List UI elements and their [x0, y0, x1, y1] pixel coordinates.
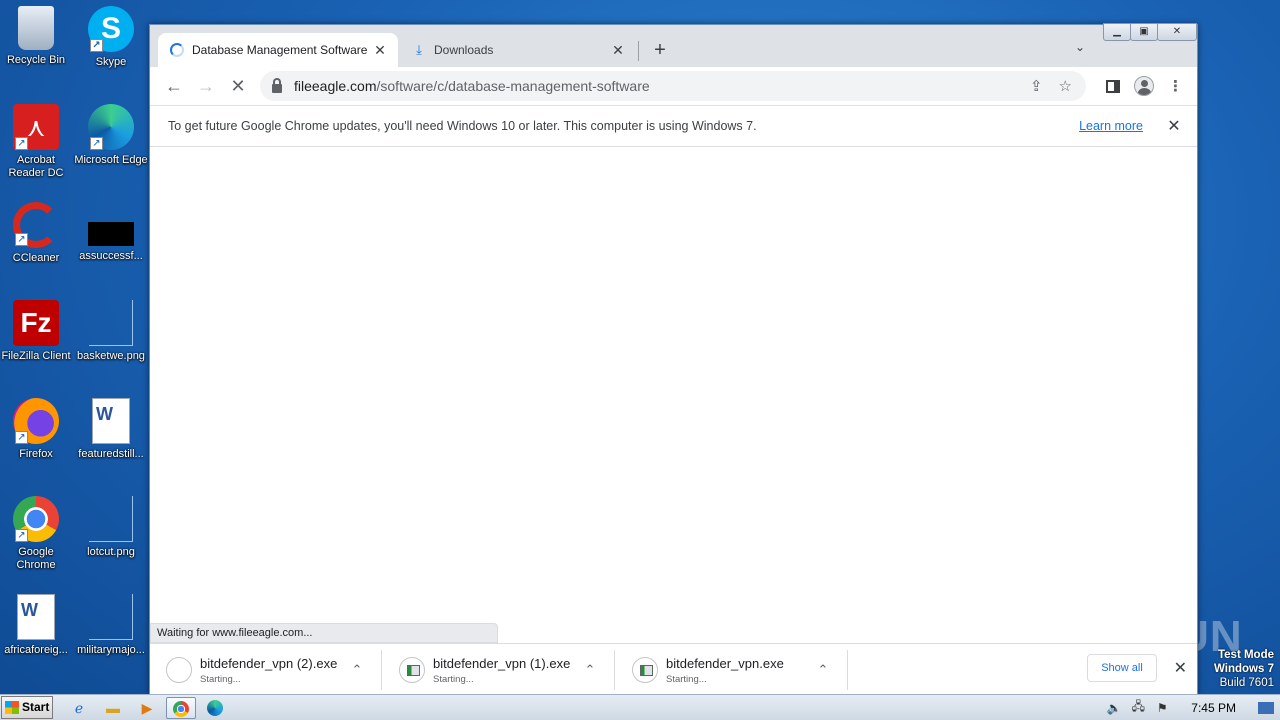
desktop-icon-firefox[interactable]: ↗ Firefox [0, 398, 74, 461]
word-doc-icon: W [92, 398, 130, 444]
image-file-icon [89, 496, 133, 542]
desktop-icon-recycle-bin[interactable]: Recycle Bin [0, 6, 74, 67]
stop-loading-icon[interactable]: ✕ [226, 75, 250, 99]
menu-kebab-icon[interactable]: ⋮ [1168, 77, 1183, 95]
desktop-icon-featuredstill[interactable]: W featuredstill... [73, 398, 149, 461]
desktop-icon-skype[interactable]: S ↗ Skype [73, 6, 149, 69]
chrome-taskbar-icon[interactable] [166, 697, 196, 719]
download-item[interactable]: bitdefender_vpn.exe Starting... ⌃ [616, 650, 848, 690]
recycle-bin-icon [18, 6, 54, 50]
status-bubble: Waiting for www.fileeagle.com... [150, 623, 498, 643]
taskbar: Start ℯ ▬ ▶ 🔈 🖧 ⚑ 7:45 PM [0, 694, 1280, 720]
clock[interactable]: 7:45 PM [1191, 701, 1236, 715]
download-item[interactable]: bitdefender_vpn (1).exe Starting... ⌃ [383, 650, 615, 690]
show-all-downloads-button[interactable]: Show all [1087, 654, 1157, 682]
new-tab-button[interactable]: + [648, 39, 672, 63]
close-shelf-icon[interactable]: ✕ [1174, 658, 1187, 678]
download-icon: ⤓ [416, 42, 422, 57]
skype-icon: S ↗ [88, 6, 134, 52]
ccleaner-icon: ↗ [13, 202, 59, 248]
edge-icon: ↗ [88, 104, 134, 150]
desktop-icon-filezilla[interactable]: Fz FileZilla Client [0, 300, 74, 363]
exe-file-icon [632, 657, 658, 683]
omnibox-actions: ⇪ ☆ [1030, 77, 1072, 95]
chevron-up-icon[interactable]: ⌃ [580, 662, 600, 678]
image-file-icon [89, 594, 133, 640]
acrobat-icon: ⋏ ↗ [13, 104, 59, 150]
minimize-button[interactable]: ▁ [1103, 23, 1131, 41]
action-center-flag-icon[interactable]: ⚑ [1153, 701, 1171, 715]
exe-file-icon [399, 657, 425, 683]
desktop-icon-assuccess[interactable]: assuccessf... [73, 202, 149, 263]
start-button[interactable]: Start [1, 696, 53, 719]
test-mode-notice: Test Mode Windows 7 Build 7601 [1214, 649, 1274, 689]
tab-downloads[interactable]: ⤓ Downloads ✕ [400, 33, 636, 67]
desktop-icon-lotcut[interactable]: lotcut.png [73, 496, 149, 559]
system-tray: 🔈 🖧 ⚑ 7:45 PM [1105, 695, 1280, 720]
desktop-icon-acrobat[interactable]: ⋏ ↗ Acrobat Reader DC [0, 104, 74, 180]
loading-spinner-icon [170, 43, 184, 57]
close-window-button[interactable]: ✕ [1157, 23, 1197, 41]
download-shelf: bitdefender_vpn (2).exe Starting... ⌃ bi… [150, 643, 1197, 695]
update-infobar: To get future Google Chrome updates, you… [150, 105, 1197, 147]
lock-icon[interactable] [272, 77, 282, 93]
chrome-window: Database Management Software ✕ ⤓ Downloa… [149, 23, 1198, 695]
firefox-icon: ↗ [13, 398, 59, 444]
browser-toolbar: ← → ✕ fileeagle.com/software/c/database-… [150, 67, 1197, 105]
chevron-up-icon[interactable]: ⌃ [813, 662, 833, 678]
network-icon[interactable]: 🖧 [1129, 697, 1147, 718]
toolbar-right: ⋮ [1106, 76, 1183, 96]
black-file-icon [88, 222, 134, 246]
tab-separator [638, 41, 639, 61]
url-text[interactable]: fileeagle.com/software/c/database-manage… [294, 78, 650, 94]
download-progress-icon [166, 657, 192, 683]
file-explorer-icon[interactable]: ▬ [98, 697, 128, 719]
word-doc-icon: W [17, 594, 55, 640]
profile-avatar-icon[interactable] [1134, 76, 1154, 96]
close-tab-icon[interactable]: ✕ [610, 42, 626, 58]
learn-more-link[interactable]: Learn more [1079, 119, 1143, 133]
desktop-icon-ccleaner[interactable]: ↗ CCleaner [0, 202, 74, 265]
bookmark-star-icon[interactable]: ☆ [1059, 77, 1072, 95]
side-panel-icon[interactable] [1106, 79, 1120, 93]
back-arrow-icon[interactable]: ← [162, 75, 186, 99]
maximize-button[interactable]: ▣ [1130, 23, 1158, 41]
chevron-up-icon[interactable]: ⌃ [347, 662, 367, 678]
windows-logo-icon [5, 701, 19, 714]
forward-arrow-icon[interactable]: → [194, 75, 218, 99]
filezilla-icon: Fz [13, 300, 59, 346]
window-controls: ▁ ▣ ✕ [1103, 23, 1197, 41]
show-desktop-button[interactable] [1258, 701, 1274, 714]
desktop-icon-basketwe[interactable]: basketwe.png [73, 300, 149, 363]
tab-strip: Database Management Software ✕ ⤓ Downloa… [150, 23, 1197, 67]
edge-taskbar-icon[interactable] [200, 697, 230, 719]
page-content [150, 147, 1197, 643]
chrome-icon: ↗ [13, 496, 59, 542]
volume-icon[interactable]: 🔈 [1105, 701, 1123, 715]
share-icon[interactable]: ⇪ [1030, 77, 1043, 95]
desktop-icon-africaforeig[interactable]: W africaforeig... [0, 594, 74, 657]
tab-database-management[interactable]: Database Management Software ✕ [158, 33, 398, 67]
address-bar[interactable]: fileeagle.com/software/c/database-manage… [260, 71, 1086, 101]
desktop-icon-chrome[interactable]: ↗ Google Chrome [0, 496, 74, 572]
media-player-icon[interactable]: ▶ [132, 697, 162, 719]
image-file-icon [89, 300, 133, 346]
close-infobar-icon[interactable]: ✕ [1163, 116, 1185, 136]
download-item[interactable]: bitdefender_vpn (2).exe Starting... ⌃ [150, 650, 382, 690]
internet-explorer-icon[interactable]: ℯ [64, 697, 94, 719]
desktop-icon-militarymajo[interactable]: militarymajo... [73, 594, 149, 657]
close-tab-icon[interactable]: ✕ [372, 42, 388, 58]
tab-search-chevron-icon[interactable]: ⌄ [1075, 40, 1085, 54]
desktop-icon-edge[interactable]: ↗ Microsoft Edge [73, 104, 149, 167]
